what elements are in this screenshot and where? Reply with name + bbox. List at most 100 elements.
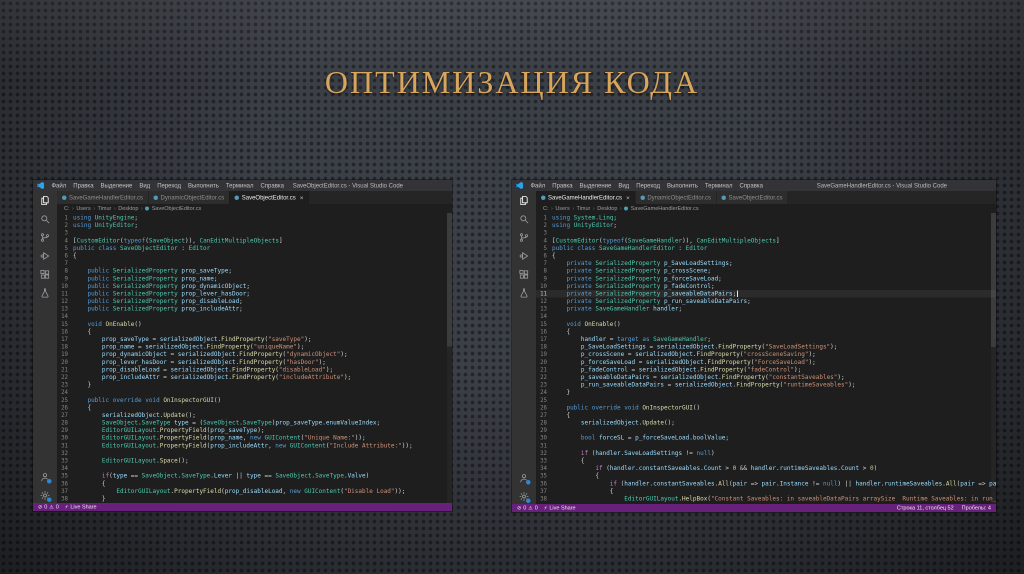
- code-line[interactable]: 38 }: [57, 495, 452, 503]
- code-line[interactable]: 5 public class SaveObjectEditor : Editor: [57, 244, 452, 252]
- code-line[interactable]: 24 }: [536, 389, 996, 397]
- breadcrumb-item[interactable]: SaveObjectEditor.cs: [152, 206, 202, 212]
- code-line[interactable]: 32 if (handler.SaveLoadSettings != null): [536, 449, 996, 457]
- code-line[interactable]: 29 EditorGUILayout.PropertyField(prop_sa…: [57, 427, 452, 435]
- breadcrumb-item[interactable]: Timur: [98, 206, 112, 212]
- test-explorer-icon[interactable]: [40, 288, 51, 299]
- code-line[interactable]: 32: [57, 449, 452, 457]
- code-line[interactable]: 31 EditorGUILayout.PropertyField(prop_in…: [57, 442, 452, 450]
- scrollbar-thumb[interactable]: [991, 213, 996, 347]
- code-line[interactable]: 6{: [57, 252, 452, 260]
- code-line[interactable]: 9 private SerializedProperty p_forceSave…: [536, 275, 996, 283]
- code-line[interactable]: 35 {: [536, 472, 996, 480]
- code-line[interactable]: 17 prop_saveType = serializedObject.Find…: [57, 336, 452, 344]
- code-line[interactable]: 14: [57, 313, 452, 321]
- code-line[interactable]: 8 public SerializedProperty prop_saveTyp…: [57, 267, 452, 275]
- code-line[interactable]: 7 private SerializedProperty p_SaveLoadS…: [536, 260, 996, 268]
- code-line[interactable]: 15 void OnEnable(): [57, 320, 452, 328]
- code-line[interactable]: 26 {: [57, 404, 452, 412]
- code-line[interactable]: 12 private SerializedProperty p_run_save…: [536, 298, 996, 306]
- menubar-item[interactable]: Правка: [70, 182, 97, 189]
- search-icon[interactable]: [40, 214, 51, 225]
- editor-tab[interactable]: SaveObjectEditor.cs: [716, 191, 789, 204]
- editor-scrollbar[interactable]: [991, 213, 996, 504]
- menubar-item[interactable]: Терминал: [222, 182, 257, 189]
- code-line[interactable]: 34: [57, 465, 452, 473]
- code-line[interactable]: 9 public SerializedProperty prop_name;: [57, 275, 452, 283]
- menubar-item[interactable]: Справка: [257, 182, 288, 189]
- code-line[interactable]: 30 EditorGUILayout.PropertyField(prop_na…: [57, 434, 452, 442]
- scrollbar-thumb[interactable]: [447, 213, 452, 347]
- code-line[interactable]: 15 void OnEnable(): [536, 320, 996, 328]
- code-line[interactable]: 17 handler = target as SaveGameHandler;: [536, 336, 996, 344]
- live-share-button[interactable]: ⚡ Live Share: [544, 505, 576, 511]
- menubar-item[interactable]: Переход: [633, 182, 664, 189]
- code-line[interactable]: 13 private SaveGameHandler handler;: [536, 305, 996, 313]
- code-line[interactable]: 38 EditorGUILayout.HelpBox("Constant Sav…: [536, 495, 996, 503]
- code-line[interactable]: 33 {: [536, 457, 996, 465]
- code-line[interactable]: 21 prop_disableLoad = serializedObject.F…: [57, 366, 452, 374]
- source-control-icon[interactable]: [519, 232, 530, 243]
- code-line[interactable]: 2 using UnityEditor;: [57, 222, 452, 230]
- code-line[interactable]: 13 public SerializedProperty prop_includ…: [57, 305, 452, 313]
- code-line[interactable]: 33 EditorGUILayout.Space();: [57, 457, 452, 465]
- menubar-item[interactable]: Переход: [154, 182, 185, 189]
- code-editor[interactable]: 1 using UnityEngine; 2 using UnityEditor; 3 4…: [57, 213, 452, 503]
- code-line[interactable]: 14: [536, 313, 996, 321]
- code-line[interactable]: 18 p_SaveLoadSettings = serializedObject…: [536, 343, 996, 351]
- account-icon[interactable]: [519, 473, 531, 485]
- code-line[interactable]: 29: [536, 427, 996, 435]
- menubar-item[interactable]: Справка: [736, 182, 767, 189]
- breadcrumb-item[interactable]: Desktop: [118, 206, 138, 212]
- code-line[interactable]: 28 SaveObject.SaveType type = (SaveObjec…: [57, 419, 452, 427]
- editor-tab[interactable]: DynamicObjectEditor.cs: [635, 191, 717, 204]
- editor-tab[interactable]: SaveGameHandlerEditor.cs ×: [536, 191, 636, 204]
- code-line[interactable]: 22 p_saveableDataPairs = serializedObjec…: [536, 373, 996, 381]
- code-line[interactable]: 4 [CustomEditor(typeof(SaveObject)), CanE…: [57, 237, 452, 245]
- menubar-item[interactable]: Выполнить: [185, 182, 223, 189]
- problems-indicator[interactable]: ⊘ 0 ⚠ 0: [517, 505, 538, 511]
- code-line[interactable]: 25: [536, 396, 996, 404]
- code-line[interactable]: 12 public SerializedProperty prop_disabl…: [57, 298, 452, 306]
- breadcrumb-item[interactable]: C:: [64, 206, 70, 212]
- code-line[interactable]: 10 private SerializedProperty p_fadeCont…: [536, 282, 996, 290]
- code-line[interactable]: 18 prop_name = serializedObject.FindProp…: [57, 343, 452, 351]
- menubar-item[interactable]: Файл: [527, 182, 549, 189]
- status-item[interactable]: Строка 11, столбец 52: [897, 505, 954, 511]
- code-line[interactable]: 23 }: [57, 381, 452, 389]
- run-debug-icon[interactable]: [40, 251, 51, 262]
- code-line[interactable]: 36 {: [57, 480, 452, 488]
- code-line[interactable]: 36 if (handler.constantSaveables.All(pai…: [536, 480, 996, 488]
- code-line[interactable]: 26 public override void OnInspectorGUI(): [536, 404, 996, 412]
- explorer-icon[interactable]: [519, 195, 530, 206]
- live-share-button[interactable]: ⚡ Live Share: [65, 504, 97, 510]
- code-line[interactable]: 19 p_crossScene = serializedObject.FindP…: [536, 351, 996, 359]
- tab-close-icon[interactable]: ×: [626, 194, 630, 202]
- menubar-item[interactable]: Выделение: [576, 182, 615, 189]
- code-line[interactable]: 37 EditorGUILayout.PropertyField(prop_di…: [57, 487, 452, 495]
- code-line[interactable]: 3: [57, 229, 452, 237]
- code-line[interactable]: 16 {: [536, 328, 996, 336]
- code-line[interactable]: 37 {: [536, 487, 996, 495]
- account-icon[interactable]: [40, 472, 52, 484]
- code-line[interactable]: 1 using System.Linq;: [536, 214, 996, 222]
- code-line[interactable]: 1 using UnityEngine;: [57, 214, 452, 222]
- code-line[interactable]: 2 using UnityEditor;: [536, 222, 996, 230]
- breadcrumb-item[interactable]: Users: [76, 206, 90, 212]
- breadcrumb-item[interactable]: C:: [543, 206, 549, 212]
- code-line[interactable]: 35 if(type == SaveObject.SaveType.Lever …: [57, 472, 452, 480]
- editor-tab[interactable]: DynamicObjectEditor.cs: [148, 191, 230, 204]
- tab-close-icon[interactable]: ×: [300, 194, 304, 202]
- status-item[interactable]: Пробелы: 4: [962, 505, 991, 511]
- editor-tab[interactable]: SaveGameHandlerEditor.cs: [57, 191, 149, 204]
- code-line[interactable]: 16 {: [57, 328, 452, 336]
- menubar-item[interactable]: Выделение: [97, 182, 136, 189]
- code-line[interactable]: 28 serializedObject.Update();: [536, 419, 996, 427]
- code-line[interactable]: 5 public class SaveGameHandlerEditor : Ed…: [536, 244, 996, 252]
- menubar-item[interactable]: Выполнить: [664, 182, 702, 189]
- manage-gear-icon[interactable]: [519, 491, 531, 504]
- code-line[interactable]: 22 prop_includeAttr = serializedObject.F…: [57, 373, 452, 381]
- explorer-icon[interactable]: [40, 195, 51, 206]
- code-line[interactable]: 8 private SerializedProperty p_crossScen…: [536, 267, 996, 275]
- code-line[interactable]: 4 [CustomEditor(typeof(SaveGameHandler)),…: [536, 237, 996, 245]
